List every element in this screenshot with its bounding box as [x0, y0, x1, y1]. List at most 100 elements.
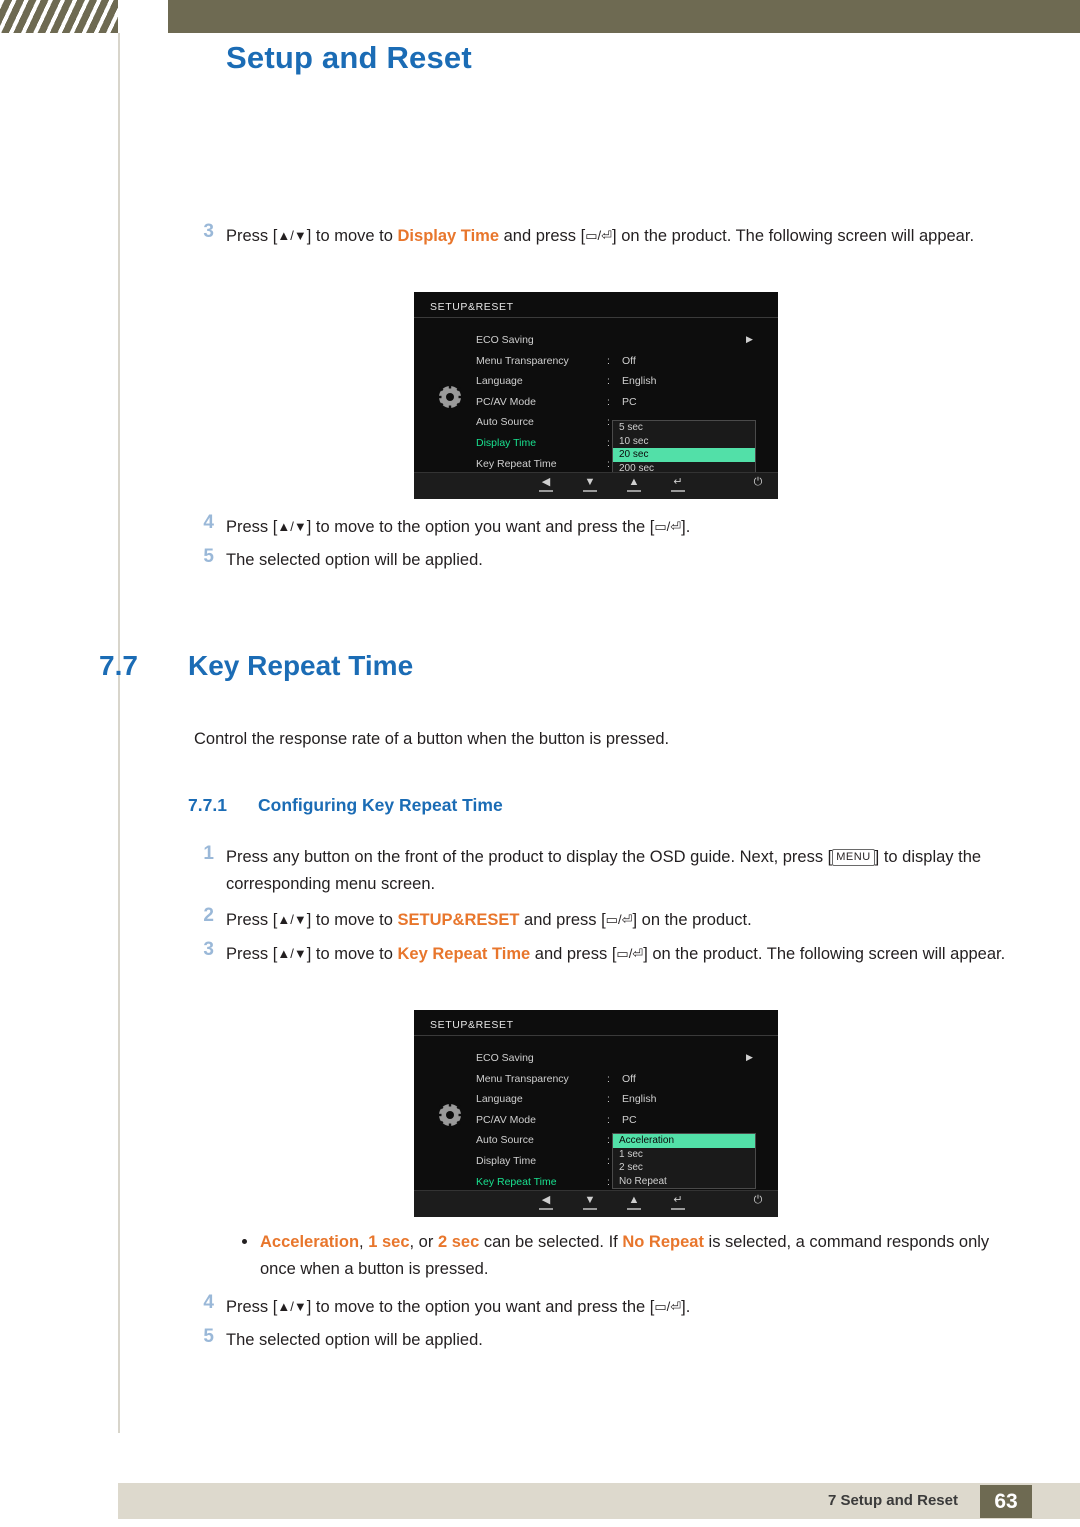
osd-row-colon: :: [607, 354, 610, 367]
section-title: Key Repeat Time: [188, 650, 414, 681]
step-number-3-top: 3: [203, 221, 214, 242]
button-bar: [583, 490, 597, 492]
up-down-arrows-icon: ▲/▼: [277, 946, 307, 961]
osd-row-colon: :: [607, 1072, 610, 1085]
power-icon: ⏻: [753, 476, 763, 488]
popup-option[interactable]: 1 sec: [613, 1148, 755, 1162]
section-number: 7.7: [99, 650, 138, 681]
subsection-number: 7.7.1: [188, 795, 227, 815]
osd-row[interactable]: Menu Transparency : Off: [476, 353, 716, 374]
osd-row-label: Auto Source: [476, 416, 534, 429]
gear-icon: [437, 384, 463, 410]
osd-title-2: SETUP&RESET: [430, 1019, 514, 1031]
osd-button-up[interactable]: ▲: [620, 1194, 648, 1210]
osd-footer-bar-2: ◀ ▼ ▲ ↵ ⏻: [414, 1190, 778, 1217]
popup-option-selected[interactable]: 20 sec: [613, 448, 755, 462]
popup-option-selected[interactable]: Acceleration: [613, 1134, 755, 1148]
step4-part-c: ].: [681, 1298, 691, 1316]
osd-row-colon: :: [607, 457, 610, 470]
osd-row-value: Off: [622, 1072, 636, 1085]
osd-button-enter[interactable]: ↵: [664, 476, 692, 492]
step-number-3-bottom: 3: [203, 939, 214, 960]
step3-part-c: and press [: [530, 945, 617, 963]
osd-button-back[interactable]: ◀: [532, 476, 560, 492]
bullet-mid: can be selected. If: [479, 1233, 623, 1251]
step3-top-display-time: Display Time: [397, 227, 500, 245]
osd-row[interactable]: PC/AV Mode : PC: [476, 394, 716, 415]
step3-top-part-b: ] to move to: [306, 227, 398, 245]
button-bar: [539, 1208, 553, 1210]
step2-part-a: Press [: [226, 911, 278, 929]
osd-button-back[interactable]: ◀: [532, 1194, 560, 1210]
button-bar: [539, 490, 553, 492]
bullet-comma1: ,: [359, 1233, 369, 1251]
osd-row[interactable]: Menu Transparency : Off: [476, 1071, 716, 1092]
back-arrow-icon: ◀: [541, 476, 551, 488]
popup-option[interactable]: 10 sec: [613, 435, 755, 449]
popup-option[interactable]: No Repeat: [613, 1175, 755, 1189]
power-icon: ⏻: [753, 1194, 763, 1206]
osd-screenshot-key-repeat-time: SETUP&RESET ECO Saving ▶ Menu Transparen…: [414, 1010, 778, 1217]
bullet-point-icon: [242, 1239, 247, 1244]
osd-row-label: PC/AV Mode: [476, 1113, 536, 1126]
enter-icon: ↵: [673, 476, 683, 488]
osd-row[interactable]: ECO Saving ▶: [476, 332, 753, 353]
osd-row-colon: :: [607, 1113, 610, 1126]
enter-key-icon: ▭/⏎: [616, 946, 644, 961]
header-hatch-pattern: [0, 0, 118, 33]
osd-option-popup-display-time[interactable]: 5 sec 10 sec 20 sec 200 sec: [612, 420, 756, 476]
osd-row[interactable]: PC/AV Mode : PC: [476, 1112, 716, 1133]
osd-row[interactable]: Language : English: [476, 373, 716, 394]
osd-row[interactable]: Language : English: [476, 1091, 716, 1112]
button-bar: [627, 1208, 641, 1210]
step-text-3-bottom: Press [▲/▼] to move to Key Repeat Time a…: [226, 940, 1016, 968]
menu-keycap: MENU: [832, 849, 875, 866]
osd-row[interactable]: ECO Saving ▶: [476, 1050, 753, 1071]
osd-row-label: PC/AV Mode: [476, 395, 536, 408]
step-text-1-bottom: Press any button on the front of the pro…: [226, 844, 1016, 898]
osd-button-down[interactable]: ▼: [576, 1194, 604, 1210]
osd-row-label: Menu Transparency: [476, 354, 569, 367]
step3-top-part-c: and press [: [499, 227, 586, 245]
osd-row-colon: :: [607, 1134, 610, 1147]
enter-key-icon: ▭/⏎: [585, 228, 613, 243]
osd-divider-1: [414, 317, 778, 318]
step3-target: Key Repeat Time: [397, 945, 531, 963]
osd-row-label: Menu Transparency: [476, 1072, 569, 1085]
osd-row-value: PC: [622, 395, 637, 408]
step-text-3-top: Press [▲/▼] to move to Display Time and …: [226, 222, 1016, 250]
step-text-4-bottom: Press [▲/▼] to move to the option you wa…: [226, 1293, 1016, 1321]
popup-option[interactable]: 2 sec: [613, 1161, 755, 1175]
osd-button-power[interactable]: ⏻: [744, 1194, 772, 1206]
button-bar: [671, 490, 685, 492]
back-arrow-icon: ◀: [541, 1194, 551, 1206]
osd-row-label: Display Time: [476, 1154, 537, 1167]
step4-top-part-c: ].: [681, 518, 691, 536]
osd-button-enter[interactable]: ↵: [664, 1194, 692, 1210]
step4-part-a: Press [: [226, 1298, 278, 1316]
step2-part-c: and press [: [519, 911, 606, 929]
step4-top-part-b: ] to move to the option you want and pre…: [306, 518, 655, 536]
step-number-4-top: 4: [203, 512, 214, 533]
osd-button-power[interactable]: ⏻: [744, 476, 772, 488]
page-title: Setup and Reset: [226, 40, 472, 75]
osd-row-label: ECO Saving: [476, 1052, 534, 1064]
button-bar: [627, 490, 641, 492]
osd-button-up[interactable]: ▲: [620, 476, 648, 492]
osd-row-value: PC: [622, 1113, 637, 1126]
osd-row-label: Language: [476, 375, 523, 388]
osd-row-label: Display Time: [476, 436, 537, 449]
enter-icon: ↵: [673, 1194, 683, 1206]
osd-row-label: Auto Source: [476, 1134, 534, 1147]
osd-option-popup-key-repeat[interactable]: Acceleration 1 sec 2 sec No Repeat: [612, 1133, 756, 1189]
osd-row-colon: :: [607, 395, 610, 408]
chevron-right-icon: ▶: [746, 1052, 753, 1062]
popup-option[interactable]: 5 sec: [613, 421, 755, 435]
step3-part-b: ] to move to: [306, 945, 398, 963]
step2-part-d: ] on the product.: [632, 911, 752, 929]
step1-part-a: Press any button on the front of the pro…: [226, 848, 833, 866]
enter-key-icon: ▭/⏎: [654, 519, 682, 534]
osd-button-down[interactable]: ▼: [576, 476, 604, 492]
up-arrow-icon: ▲: [628, 1194, 640, 1206]
osd-footer-bar-1: ◀ ▼ ▲ ↵ ⏻: [414, 472, 778, 499]
